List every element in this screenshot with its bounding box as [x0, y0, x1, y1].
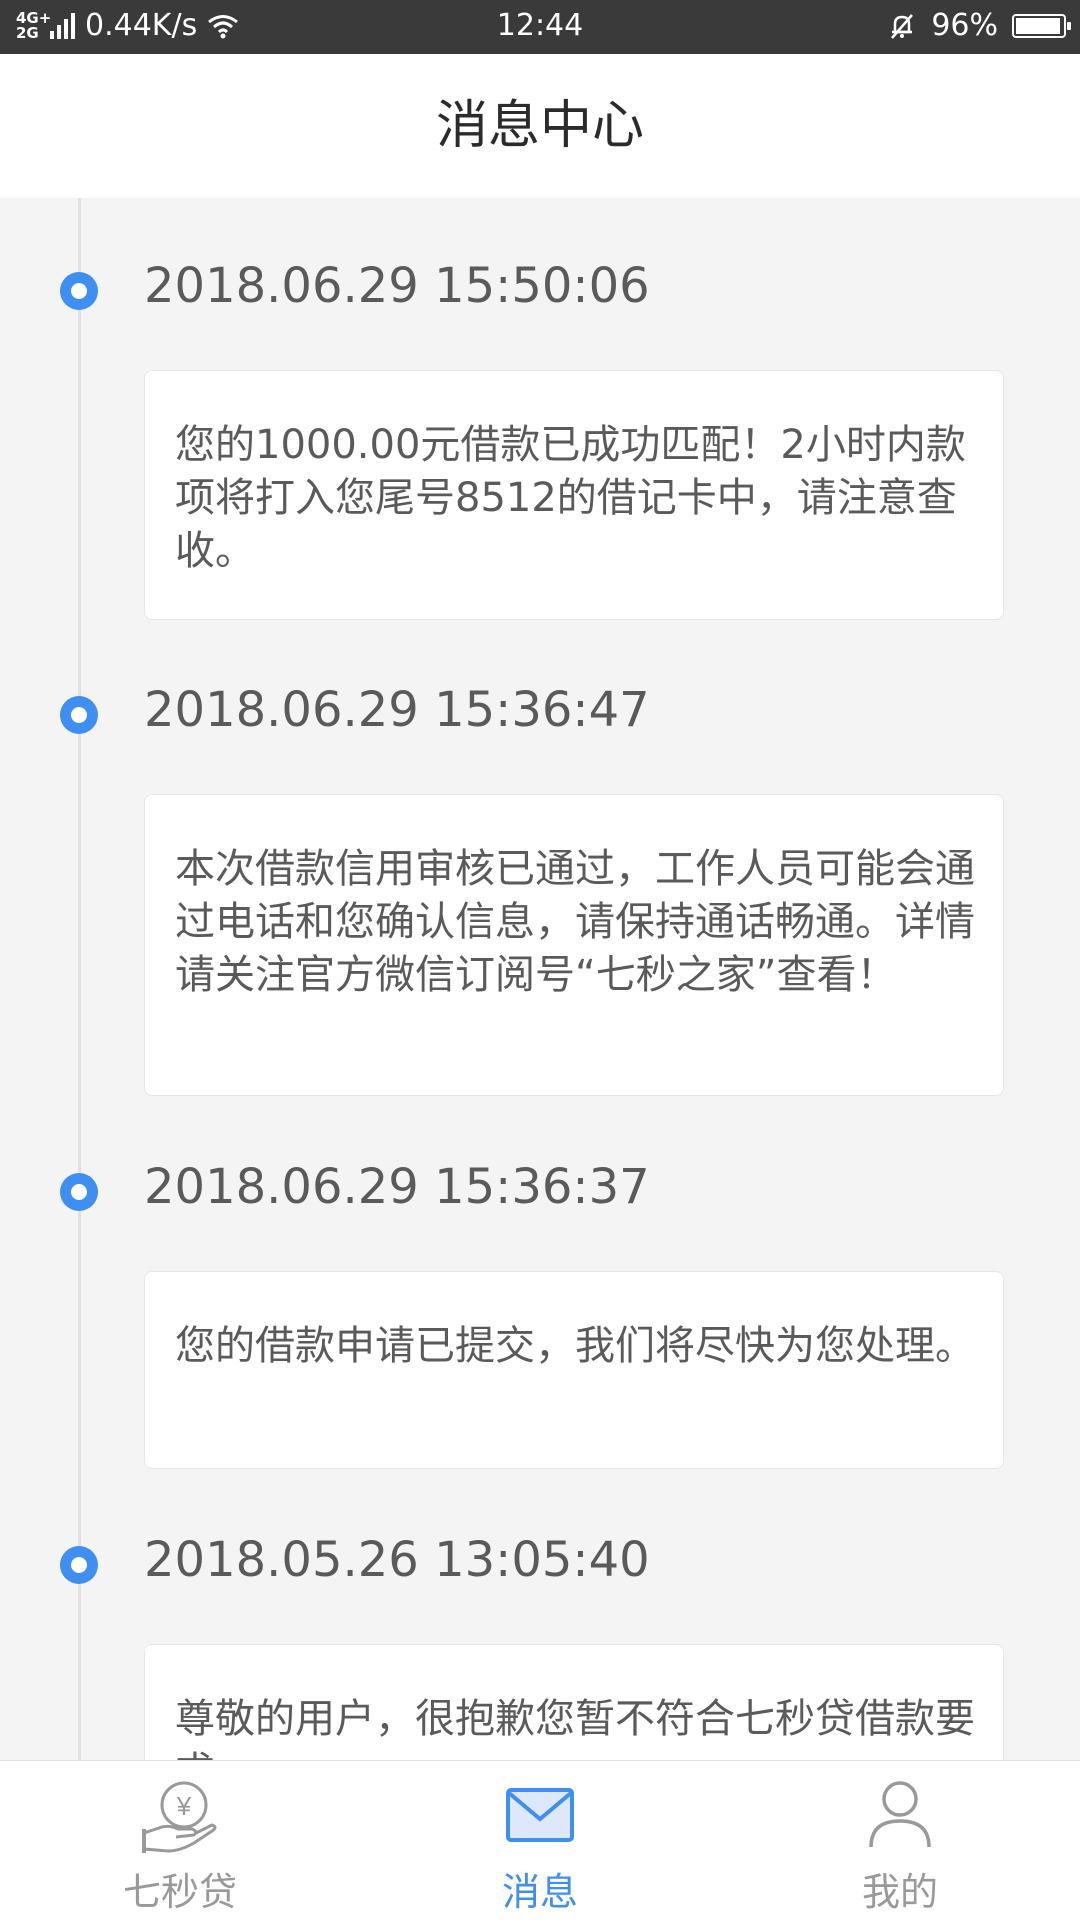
timeline-dot-icon — [60, 272, 98, 310]
message-time: 2018.06.29 15:36:47 — [144, 682, 650, 738]
tab-profile-label: 我的 — [861, 1870, 938, 1914]
status-right: 96% — [887, 8, 1071, 43]
status-bar: 4G+ 2G 0.44K/s 12:44 96% — [0, 0, 1080, 54]
timeline-dot-icon — [60, 1546, 98, 1584]
battery-percent: 96% — [931, 8, 998, 43]
tab-loan-label: 七秒贷 — [122, 1870, 237, 1914]
timeline-dot-icon — [60, 696, 98, 734]
message-card[interactable]: 您的1000.00元借款已成功匹配！2小时内款项将打入您尾号8512的借记卡中，… — [144, 370, 1004, 620]
page-title: 消息中心 — [435, 96, 644, 156]
message-time: 2018.06.29 15:50:06 — [144, 258, 650, 314]
bell-muted-icon — [891, 13, 914, 39]
loan-hand-yen-icon: ¥ — [142, 1781, 217, 1853]
message-time: 2018.05.26 13:05:40 — [144, 1532, 650, 1588]
tab-messages-label: 消息 — [501, 1870, 578, 1914]
message-card[interactable]: 尊敬的用户，很抱歉您暂不符合七秒贷借款要求。 — [144, 1644, 1004, 1760]
svg-text:¥: ¥ — [176, 1791, 192, 1821]
message-card[interactable]: 本次借款信用审核已通过，工作人员可能会通过电话和您确认信息，请保持通话畅通。详情… — [144, 794, 1004, 1096]
message-time: 2018.06.29 15:36:37 — [144, 1159, 650, 1215]
timeline-dot-icon — [60, 1173, 98, 1211]
message-card[interactable]: 您的借款申请已提交，我们将尽快为您处理。 — [144, 1271, 1004, 1469]
person-icon — [869, 1781, 931, 1848]
app-header: 消息中心 — [0, 54, 1080, 198]
envelope-icon — [506, 1788, 574, 1842]
bottom-tab-bar: ¥ 七秒贷 消息 我的 — [0, 1760, 1080, 1921]
timeline-line — [78, 198, 81, 1760]
tab-messages[interactable]: 消息 — [360, 1761, 720, 1921]
tab-profile[interactable]: 我的 — [720, 1761, 1080, 1921]
tab-loan[interactable]: ¥ 七秒贷 — [0, 1761, 360, 1921]
message-timeline[interactable]: 2018.06.29 15:50:06 您的1000.00元借款已成功匹配！2小… — [0, 198, 1080, 1760]
battery-icon — [1012, 13, 1071, 38]
